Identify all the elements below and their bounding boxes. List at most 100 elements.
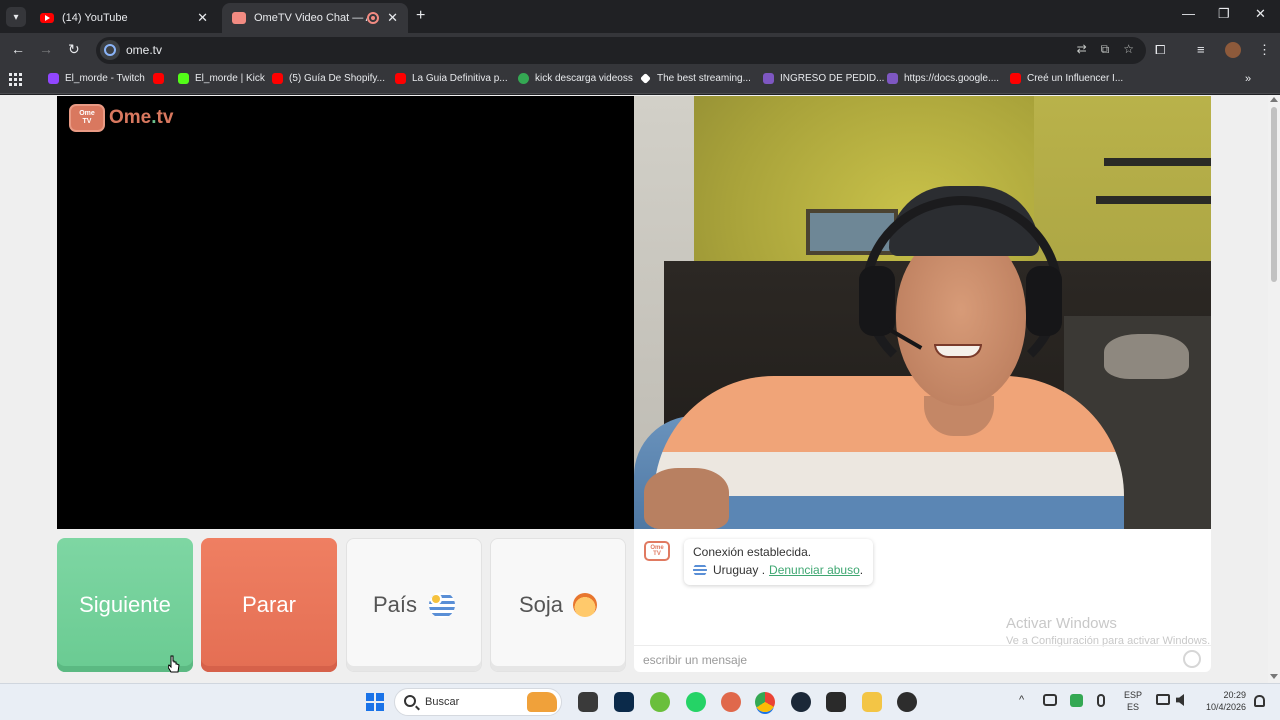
profile-avatar[interactable] bbox=[1225, 42, 1241, 58]
dog bbox=[1104, 334, 1189, 379]
ometv-chat-icon: Ome TV bbox=[644, 541, 670, 561]
partner-video: Ome TV Ome.tv bbox=[57, 96, 634, 529]
youtube-icon bbox=[40, 13, 54, 23]
site-info-icon[interactable] bbox=[100, 40, 120, 60]
browser-toolbar: ← → ↻ ome.tv ⇄ ⧉ ☆ ⧠ ≡ ⋮ bbox=[0, 33, 1280, 67]
steam-icon[interactable] bbox=[791, 692, 811, 712]
apps-grid-icon[interactable] bbox=[9, 73, 22, 86]
tab-label: OmeTV Video Chat — Alter bbox=[254, 12, 367, 24]
diamond-icon bbox=[640, 73, 651, 84]
cast-icon[interactable]: ⧉ bbox=[1101, 42, 1110, 57]
microphone-icon[interactable] bbox=[1097, 694, 1105, 707]
scroll-down-icon[interactable] bbox=[1270, 674, 1278, 679]
reload-button[interactable]: ↻ bbox=[68, 41, 80, 58]
maximize-button[interactable]: ❐ bbox=[1218, 6, 1230, 22]
epic-games-icon[interactable] bbox=[826, 692, 846, 712]
back-button[interactable]: ← bbox=[11, 41, 25, 57]
tab-search-button[interactable]: ▾ bbox=[6, 7, 26, 27]
activation-watermark-title: Activar Windows bbox=[1006, 615, 1117, 632]
extensions-icon[interactable]: ⧠ bbox=[1155, 42, 1165, 58]
report-abuse-link[interactable]: Denunciar abuso bbox=[769, 563, 860, 577]
minimize-button[interactable]: — bbox=[1182, 6, 1195, 21]
bookmark-item[interactable] bbox=[153, 73, 170, 84]
gecko-icon[interactable] bbox=[650, 692, 670, 712]
message-input[interactable]: escribir un mensaje bbox=[643, 653, 747, 667]
forward-button[interactable]: → bbox=[39, 41, 53, 57]
translate-icon[interactable]: ⇄ bbox=[1077, 42, 1087, 57]
bookmark-item[interactable]: El_morde | Kick bbox=[178, 73, 265, 84]
check-icon bbox=[518, 73, 529, 84]
tab-youtube[interactable]: (14) YouTube ✕ bbox=[30, 3, 218, 33]
browser-menu-icon[interactable]: ⋮ bbox=[1258, 42, 1271, 58]
ometv-logo: Ome TV Ome.tv bbox=[69, 104, 173, 132]
tab-close-icon[interactable]: ✕ bbox=[387, 10, 398, 26]
scrollbar-thumb[interactable] bbox=[1271, 107, 1277, 282]
system-message: Conexión establecida. Uruguay . Denuncia… bbox=[684, 539, 873, 585]
connection-status: Conexión establecida. bbox=[693, 545, 812, 559]
country-filter-button[interactable]: País bbox=[346, 538, 482, 672]
security-icon[interactable] bbox=[1070, 694, 1083, 707]
self-video bbox=[634, 96, 1211, 529]
system-clock[interactable]: 20:29 10/4/2026 bbox=[1196, 689, 1246, 713]
bookmark-item[interactable]: The best streaming... bbox=[640, 73, 751, 84]
tray-overflow-icon[interactable]: ^ bbox=[1019, 694, 1024, 706]
bookmark-item[interactable]: kick descarga videoss bbox=[518, 73, 633, 84]
bookmark-item[interactable]: INGRESO DE PEDID... bbox=[763, 73, 884, 84]
tab-label: (14) YouTube bbox=[62, 12, 128, 24]
bookmark-item[interactable]: Creé un Influencer I... bbox=[1010, 73, 1123, 84]
scroll-up-icon[interactable] bbox=[1270, 97, 1278, 102]
media-controls-icon[interactable]: ≡ bbox=[1197, 42, 1205, 57]
kick-icon bbox=[178, 73, 189, 84]
bookmarks-overflow-icon[interactable]: » bbox=[1245, 73, 1251, 85]
search-icon bbox=[404, 695, 416, 707]
bookmark-item[interactable]: El_morde - Twitch bbox=[48, 73, 145, 84]
whatsapp-icon[interactable] bbox=[686, 692, 706, 712]
claude-icon[interactable] bbox=[721, 692, 741, 712]
taskbar-search[interactable]: Buscar bbox=[394, 688, 562, 716]
recording-icon bbox=[367, 12, 380, 24]
bookmark-item[interactable]: (5) Guía De Shopify... bbox=[272, 73, 385, 84]
display-icon[interactable] bbox=[1156, 694, 1170, 705]
next-button[interactable]: Siguiente bbox=[57, 538, 193, 672]
forms-icon bbox=[763, 73, 774, 84]
page-scrollbar[interactable] bbox=[1268, 95, 1280, 683]
chat-panel: Ome TV Conexión establecida. Uruguay . De… bbox=[634, 529, 1211, 672]
search-highlight-icon bbox=[527, 692, 557, 712]
photoshop-icon[interactable] bbox=[614, 692, 634, 712]
file-explorer-icon[interactable] bbox=[578, 692, 598, 712]
bookmarks-bar: El_morde - Twitch El_morde | Kick (5) Gu… bbox=[0, 67, 1280, 94]
uruguay-flag-icon bbox=[693, 563, 707, 577]
bookmark-item[interactable]: https://docs.google.... bbox=[887, 73, 999, 84]
boy-icon bbox=[573, 593, 598, 617]
windows-start-icon[interactable] bbox=[366, 693, 384, 711]
twitch-icon bbox=[48, 73, 59, 84]
tab-strip: ▾ (14) YouTube ✕ OmeTV Video Chat — Alte… bbox=[0, 0, 1280, 33]
chrome-icon[interactable] bbox=[755, 692, 775, 712]
forms-icon bbox=[887, 73, 898, 84]
stop-button[interactable]: Parar bbox=[201, 538, 337, 672]
folder-icon[interactable] bbox=[862, 692, 882, 712]
gender-filter-button[interactable]: Soja bbox=[490, 538, 626, 672]
mouse-pointer-icon bbox=[168, 655, 180, 673]
volume-icon[interactable] bbox=[1176, 694, 1184, 706]
emoji-icon[interactable] bbox=[1183, 650, 1201, 668]
youtube-icon bbox=[395, 73, 406, 84]
input-language[interactable]: ESP ES bbox=[1124, 689, 1142, 713]
window-close-button[interactable]: ✕ bbox=[1255, 6, 1266, 22]
bookmark-star-icon[interactable]: ☆ bbox=[1123, 42, 1134, 57]
uruguay-flag-icon bbox=[429, 592, 456, 618]
ometv-favicon-icon bbox=[232, 12, 246, 24]
windows-taskbar: Buscar ^ ESP ES 20:29 10/4/2026 bbox=[0, 683, 1280, 720]
tab-ometv[interactable]: OmeTV Video Chat — Alter ✕ bbox=[222, 3, 408, 33]
new-tab-button[interactable]: + bbox=[416, 7, 425, 25]
notifications-icon[interactable] bbox=[1254, 695, 1265, 707]
roblox-icon[interactable] bbox=[897, 692, 917, 712]
ometv-logo-badge: Ome TV bbox=[69, 104, 105, 132]
url-text[interactable]: ome.tv bbox=[126, 43, 162, 57]
tab-close-icon[interactable]: ✕ bbox=[197, 10, 208, 26]
youtube-icon bbox=[1010, 73, 1021, 84]
address-bar[interactable]: ome.tv ⇄ ⧉ ☆ bbox=[96, 37, 1146, 64]
bookmark-item[interactable]: La Guia Definitiva p... bbox=[395, 73, 508, 84]
partner-country: Uruguay . bbox=[713, 563, 766, 577]
network-off-icon[interactable] bbox=[1043, 694, 1057, 706]
